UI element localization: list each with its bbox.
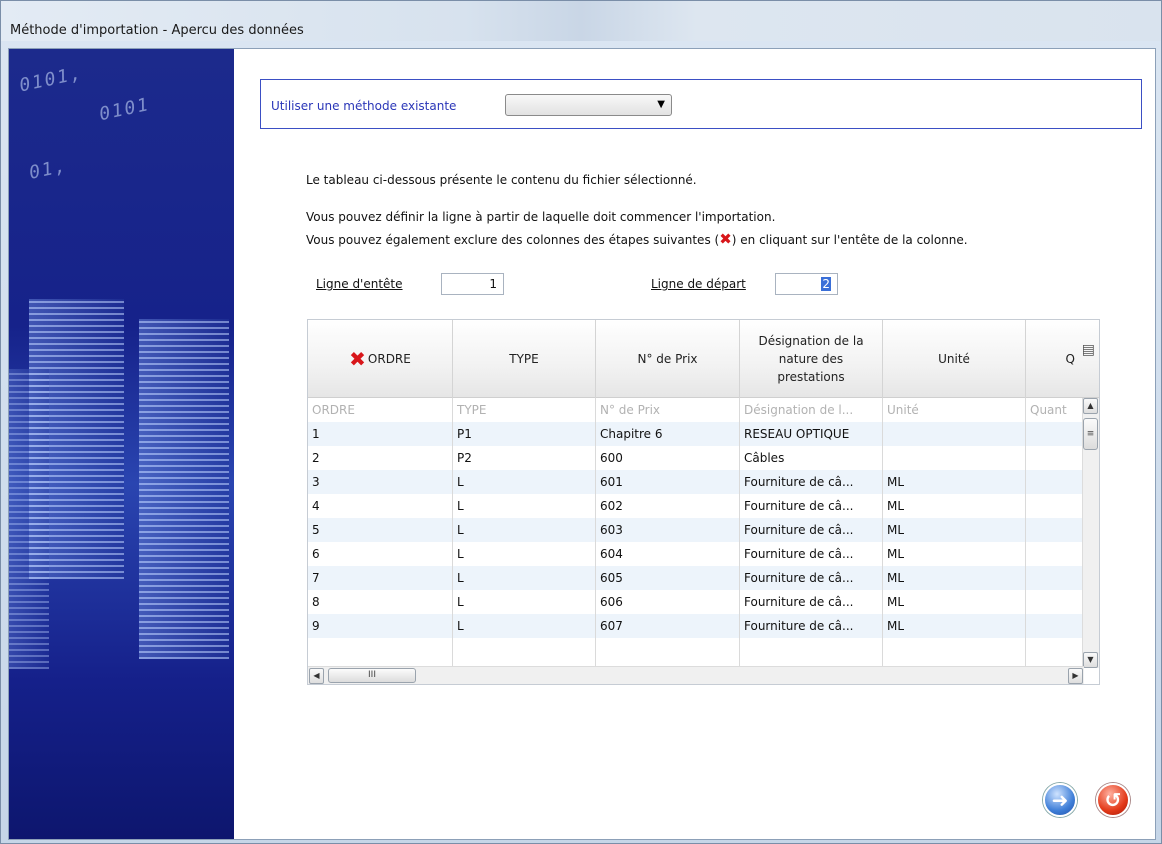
header-line-value: 1	[489, 277, 497, 291]
method-label: Utiliser une méthode existante	[271, 99, 457, 113]
binary-digits-decoration: 0101	[97, 93, 152, 126]
method-dropdown[interactable]: ▼	[505, 94, 672, 116]
exclude-x-icon: ✖	[349, 347, 366, 371]
method-panel: Utiliser une méthode existante ▼	[260, 79, 1142, 129]
building-graphic	[9, 369, 49, 669]
chevron-down-icon: ▼	[657, 99, 665, 110]
building-graphic	[139, 319, 229, 659]
intro-text-3: Vous pouvez également exclure des colonn…	[306, 230, 968, 248]
column-divider	[882, 398, 883, 668]
table-row[interactable]: 2 P2 600 Câbles	[308, 446, 1084, 470]
cancel-undo-icon[interactable]: ↺	[1096, 783, 1130, 817]
title-bar: Méthode d'importation - Apercu des donné…	[1, 1, 1161, 41]
import-method-window: Méthode d'importation - Apercu des donné…	[0, 0, 1162, 844]
data-preview-grid: ✖ ORDRE TYPE N° de Prix Désignation de la…	[307, 319, 1100, 685]
scroll-down-arrow-icon[interactable]: ▼	[1083, 652, 1098, 668]
intro-text-3a: Vous pouvez également exclure des colonn…	[306, 233, 720, 247]
table-row[interactable]: 6 L 604 Fourniture de câ... ML	[308, 542, 1084, 566]
vertical-scroll-thumb[interactable]: ≡	[1083, 418, 1098, 450]
table-row[interactable]: 1 P1 Chapitre 6 RESEAU OPTIQUE	[308, 422, 1084, 446]
dialog-body: 0101, 0101 01, Utiliser une méthode exis…	[8, 48, 1156, 840]
scroll-right-arrow-icon[interactable]: ▶	[1068, 668, 1083, 684]
scroll-up-arrow-icon[interactable]: ▲	[1083, 398, 1098, 414]
column-divider	[595, 398, 596, 668]
column-divider	[1025, 398, 1026, 668]
table-row[interactable]: 5 L 603 Fourniture de câ... ML	[308, 518, 1084, 542]
column-header-type[interactable]: TYPE	[453, 320, 596, 398]
next-arrow-icon[interactable]: ➜	[1043, 783, 1077, 817]
start-line-value: 2	[821, 277, 831, 291]
scroll-left-arrow-icon[interactable]: ◀	[309, 668, 324, 684]
table-row[interactable]: 7 L 605 Fourniture de câ... ML	[308, 566, 1084, 590]
start-line-input[interactable]: 2	[775, 273, 838, 295]
intro-text-1: Le tableau ci-dessous présente le conten…	[306, 173, 697, 187]
binary-digits-decoration: 0101,	[17, 62, 85, 97]
column-header-unite[interactable]: Unité	[883, 320, 1026, 398]
start-line-label: Ligne de départ	[651, 277, 746, 291]
decorative-side-banner: 0101, 0101 01,	[9, 49, 234, 839]
intro-text-3b: ) en cliquant sur l'entête de la colonne…	[731, 233, 968, 247]
header-line-label: Ligne d'entête	[316, 277, 403, 291]
column-header-designation[interactable]: Désignation de la nature des prestations	[740, 320, 883, 398]
window-title: Méthode d'importation - Apercu des donné…	[10, 23, 304, 38]
horizontal-scroll-thumb[interactable]: III	[328, 668, 416, 683]
table-row[interactable]: 3 L 601 Fourniture de câ... ML	[308, 470, 1084, 494]
grid-header: ✖ ORDRE TYPE N° de Prix Désignation de la…	[308, 320, 1099, 398]
table-row[interactable]: ORDRE TYPE N° de Prix Désignation de l..…	[308, 398, 1084, 422]
column-divider	[452, 398, 453, 668]
table-row[interactable]: 4 L 602 Fourniture de câ... ML	[308, 494, 1084, 518]
vertical-scrollbar[interactable]: ▲ ≡ ▼	[1082, 398, 1099, 668]
header-line-input[interactable]: 1	[441, 273, 504, 295]
column-divider	[739, 398, 740, 668]
intro-text-2: Vous pouvez définir la ligne à partir de…	[306, 210, 776, 224]
column-header-n-de-prix[interactable]: N° de Prix	[596, 320, 740, 398]
horizontal-scrollbar[interactable]: ◀ III ▶	[308, 666, 1084, 684]
table-row[interactable]: 9 L 607 Fourniture de câ... ML	[308, 614, 1084, 638]
binary-digits-decoration: 01,	[27, 155, 70, 184]
column-header-quantite[interactable]: Q	[1026, 320, 1099, 398]
table-row[interactable]: 8 L 606 Fourniture de câ... ML	[308, 590, 1084, 614]
exclude-x-icon: ✖	[719, 230, 732, 248]
column-header-ordre[interactable]: ✖ ORDRE	[308, 320, 453, 398]
column-chooser-icon[interactable]: ▤	[1082, 342, 1095, 358]
